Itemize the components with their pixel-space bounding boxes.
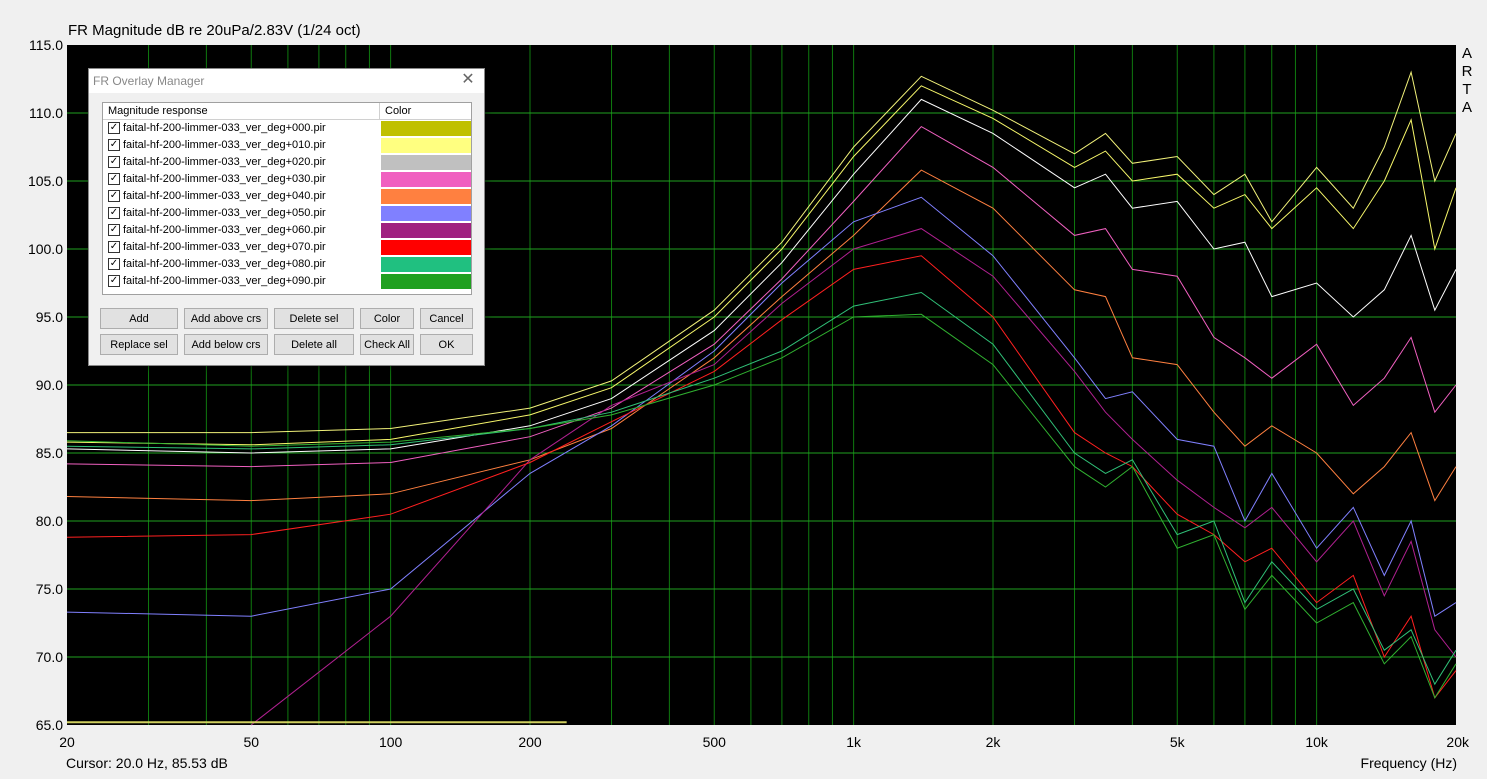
checkbox-icon[interactable]: ✓ — [108, 207, 120, 219]
list-item[interactable]: ✓ faital-hf-200-limmer-033_ver_deg+080.pi… — [103, 256, 471, 273]
y-tick-label: 115.0 — [29, 37, 63, 53]
overlay-file-name: faital-hf-200-limmer-033_ver_deg+000.pir — [123, 122, 326, 134]
replace-selected-button[interactable]: Replace sel — [100, 334, 178, 355]
cursor-readout: Cursor: 20.0 Hz, 85.53 dB — [66, 755, 228, 771]
color-swatch[interactable] — [381, 138, 471, 153]
list-item[interactable]: ✓ faital-hf-200-limmer-033_ver_deg+040.pi… — [103, 188, 471, 205]
list-item[interactable]: ✓ faital-hf-200-limmer-033_ver_deg+090.pi… — [103, 273, 471, 290]
color-swatch[interactable] — [381, 240, 471, 255]
list-item[interactable]: ✓ faital-hf-200-limmer-033_ver_deg+030.pi… — [103, 171, 471, 188]
color-swatch[interactable] — [381, 223, 471, 238]
cancel-button[interactable]: Cancel — [420, 308, 473, 329]
x-tick-label: 100 — [379, 734, 403, 750]
checkbox-icon[interactable]: ✓ — [108, 156, 120, 168]
overlay-file-name: faital-hf-200-limmer-033_ver_deg+060.pir — [123, 224, 326, 236]
checkbox-icon[interactable]: ✓ — [108, 241, 120, 253]
column-header-magnitude[interactable]: Magnitude response — [108, 105, 208, 117]
list-item[interactable]: ✓ faital-hf-200-limmer-033_ver_deg+020.pi… — [103, 154, 471, 171]
delete-selected-button[interactable]: Delete sel — [274, 308, 354, 329]
x-tick-label: 10k — [1305, 734, 1329, 750]
list-item[interactable]: ✓ faital-hf-200-limmer-033_ver_deg+070.pi… — [103, 239, 471, 256]
x-tick-labels: 20 50 100 200 500 1k 2k 5k 10k 20k — [59, 734, 1470, 750]
y-tick-labels: 115.0 110.0 105.0 100.0 95.0 90.0 85.0 80.0 75.0… — [28, 37, 63, 733]
x-tick-label: 50 — [243, 734, 259, 750]
checkbox-icon[interactable]: ✓ — [108, 190, 120, 202]
overlay-file-name: faital-hf-200-limmer-033_ver_deg+010.pir — [123, 139, 326, 151]
overlay-file-name: faital-hf-200-limmer-033_ver_deg+090.pir — [123, 275, 326, 287]
y-tick-label: 90.0 — [36, 377, 63, 393]
checkbox-icon[interactable]: ✓ — [108, 139, 120, 151]
x-tick-label: 20k — [1446, 734, 1470, 750]
add-above-cursor-button[interactable]: Add above crs — [184, 308, 268, 329]
checkbox-icon[interactable]: ✓ — [108, 258, 120, 270]
checkbox-icon[interactable]: ✓ — [108, 122, 120, 134]
x-tick-label: 2k — [986, 734, 1002, 750]
dialog-title: FR Overlay Manager — [93, 74, 205, 88]
arta-letter: R — [1462, 63, 1473, 80]
overlay-file-name: faital-hf-200-limmer-033_ver_deg+020.pir — [123, 156, 326, 168]
arta-letter: A — [1462, 99, 1472, 116]
color-button[interactable]: Color — [360, 308, 414, 329]
y-tick-label: 105.0 — [28, 173, 63, 189]
y-tick-label: 65.0 — [36, 717, 63, 733]
checkbox-icon[interactable]: ✓ — [108, 224, 120, 236]
color-swatch[interactable] — [381, 206, 471, 221]
add-below-cursor-button[interactable]: Add below crs — [184, 334, 268, 355]
arta-logo: A R T A — [1462, 45, 1473, 116]
overlay-file-name: faital-hf-200-limmer-033_ver_deg+070.pir — [123, 241, 326, 253]
y-tick-label: 95.0 — [36, 309, 63, 325]
column-divider — [379, 103, 380, 119]
fr-overlay-manager-dialog[interactable]: FR Overlay Manager ✕ Magnitude response … — [88, 68, 485, 366]
list-header: Magnitude response Color — [103, 103, 471, 120]
list-item[interactable]: ✓ faital-hf-200-limmer-033_ver_deg+050.pi… — [103, 205, 471, 222]
color-swatch[interactable] — [381, 257, 471, 272]
x-tick-label: 200 — [518, 734, 542, 750]
y-tick-label: 75.0 — [36, 581, 63, 597]
add-button[interactable]: Add — [100, 308, 178, 329]
color-swatch[interactable] — [381, 121, 471, 136]
list-item[interactable]: ✓ faital-hf-200-limmer-033_ver_deg+000.pi… — [103, 120, 471, 137]
overlay-file-name: faital-hf-200-limmer-033_ver_deg+030.pir — [123, 173, 326, 185]
x-tick-label: 5k — [1170, 734, 1186, 750]
y-tick-label: 70.0 — [36, 649, 63, 665]
overlay-file-name: faital-hf-200-limmer-033_ver_deg+040.pir — [123, 190, 326, 202]
overlay-file-name: faital-hf-200-limmer-033_ver_deg+080.pir — [123, 258, 326, 270]
list-item[interactable]: ✓ faital-hf-200-limmer-033_ver_deg+060.pi… — [103, 222, 471, 239]
checkbox-icon[interactable]: ✓ — [108, 275, 120, 287]
delete-all-button[interactable]: Delete all — [274, 334, 354, 355]
y-tick-label: 80.0 — [36, 513, 63, 529]
y-tick-label: 100.0 — [28, 241, 63, 257]
color-swatch[interactable] — [381, 172, 471, 187]
color-swatch[interactable] — [381, 155, 471, 170]
overlay-file-name: faital-hf-200-limmer-033_ver_deg+050.pir — [123, 207, 326, 219]
arta-letter: A — [1462, 45, 1472, 62]
ok-button[interactable]: OK — [420, 334, 473, 355]
x-axis-label: Frequency (Hz) — [1360, 755, 1457, 771]
y-tick-label: 110.0 — [29, 105, 63, 121]
check-all-button[interactable]: Check All — [360, 334, 414, 355]
y-tick-label: 85.0 — [36, 445, 63, 461]
dialog-titlebar[interactable]: FR Overlay Manager ✕ — [89, 69, 484, 93]
checkbox-icon[interactable]: ✓ — [108, 173, 120, 185]
x-tick-label: 20 — [59, 734, 75, 750]
overlay-list[interactable]: Magnitude response Color ✓ faital-hf-200-… — [102, 102, 472, 295]
color-swatch[interactable] — [381, 189, 471, 204]
list-item[interactable]: ✓ faital-hf-200-limmer-033_ver_deg+010.pi… — [103, 137, 471, 154]
x-tick-label: 1k — [846, 734, 862, 750]
color-swatch[interactable] — [381, 274, 471, 289]
column-header-color[interactable]: Color — [385, 105, 411, 117]
x-tick-label: 500 — [703, 734, 727, 750]
close-icon[interactable]: ✕ — [458, 70, 478, 90]
arta-letter: T — [1462, 81, 1471, 98]
